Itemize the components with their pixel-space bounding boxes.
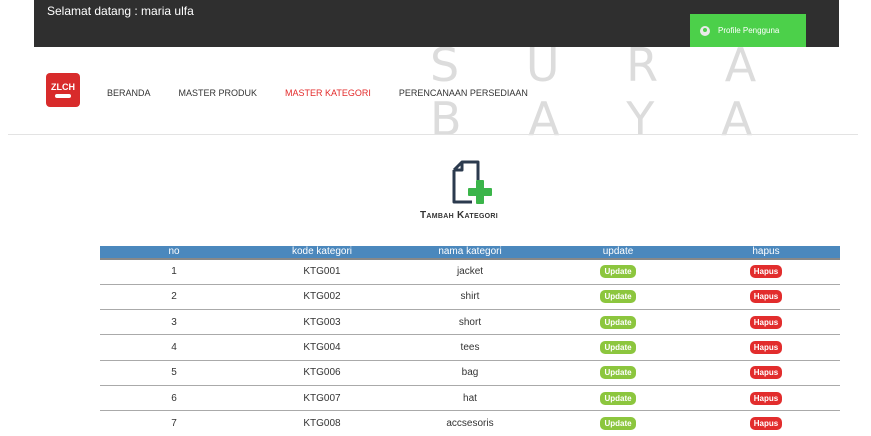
main-nav: BERANDA MASTER PRODUK MASTER KATEGORI PE… xyxy=(107,88,556,98)
column-header-hapus: hapus xyxy=(752,246,780,257)
nav-beranda[interactable]: BERANDA xyxy=(107,88,151,98)
cell-kode: KTG002 xyxy=(248,283,396,310)
cell-update: Update xyxy=(544,410,692,436)
nav-master-kategori[interactable]: MASTER KATEGORI xyxy=(285,88,371,98)
hapus-button[interactable]: Hapus xyxy=(749,391,783,405)
update-button[interactable]: Update xyxy=(600,341,636,355)
logo-text: ZLCH xyxy=(51,82,75,92)
cell-nama: tees xyxy=(396,334,544,361)
cell-nama: shirt xyxy=(396,283,544,310)
cell-no: 7 xyxy=(100,410,248,436)
cell-hapus: Hapus xyxy=(692,384,840,411)
cell-no: 5 xyxy=(100,359,248,386)
update-button[interactable]: Update xyxy=(600,265,636,279)
hapus-button[interactable]: Hapus xyxy=(749,417,783,431)
logo-bar xyxy=(55,94,71,98)
nav-master-produk[interactable]: MASTER PRODUK xyxy=(179,88,258,98)
cell-nama: short xyxy=(396,309,544,335)
header-divider xyxy=(8,134,858,135)
cell-no: 1 xyxy=(100,257,248,285)
update-button[interactable]: Update xyxy=(600,290,636,304)
table-row: 7 KTG008 accsesoris Update Hapus xyxy=(100,410,840,436)
column-header-nama: nama kategori xyxy=(438,246,502,257)
cell-no: 6 xyxy=(100,384,248,411)
cell-update: Update xyxy=(544,359,692,386)
cell-nama: accsesoris xyxy=(396,410,544,436)
table-header-row: no kode kategori nama kategori update ha… xyxy=(100,246,840,259)
cell-hapus: Hapus xyxy=(692,257,840,285)
profile-label: Profile Pengguna xyxy=(718,26,780,35)
cell-hapus: Hapus xyxy=(692,334,840,361)
cell-update: Update xyxy=(544,309,692,335)
table-row: 3 KTG003 short Update Hapus xyxy=(100,309,840,335)
hapus-button[interactable]: Hapus xyxy=(749,366,783,380)
cell-update: Update xyxy=(544,334,692,361)
cell-kode: KTG006 xyxy=(248,359,396,386)
table-row: 2 KTG002 shirt Update Hapus xyxy=(100,283,840,310)
hapus-button[interactable]: Hapus xyxy=(749,265,783,279)
app-logo[interactable]: ZLCH xyxy=(46,73,80,107)
cell-kode: KTG008 xyxy=(248,410,396,436)
welcome-text: Selamat datang : maria ulfa xyxy=(47,4,194,18)
cell-nama: bag xyxy=(396,359,544,386)
add-category-label[interactable]: Tambah Kategori xyxy=(420,210,498,221)
profile-button[interactable]: Profile Pengguna xyxy=(690,14,806,47)
cell-kode: KTG003 xyxy=(248,309,396,335)
cell-update: Update xyxy=(544,384,692,411)
cell-hapus: Hapus xyxy=(692,309,840,335)
table-row: 4 KTG004 tees Update Hapus xyxy=(100,334,840,361)
cell-hapus: Hapus xyxy=(692,283,840,310)
nav-perencanaan-persediaan[interactable]: PERENCANAAN PERSEDIAAN xyxy=(399,88,528,98)
column-header-no: no xyxy=(168,246,180,257)
hapus-button[interactable]: Hapus xyxy=(749,315,783,329)
table-row: 6 KTG007 hat Update Hapus xyxy=(100,384,840,411)
cell-no: 3 xyxy=(100,309,248,335)
cell-no: 4 xyxy=(100,334,248,361)
cell-hapus: Hapus xyxy=(692,359,840,386)
table-body: 1 KTG001 jacket Update Hapus 2 KTG002 shirt Upda… xyxy=(100,257,840,436)
table-row: 5 KTG006 bag Update Hapus xyxy=(100,359,840,386)
cell-kode: KTG001 xyxy=(248,257,396,285)
cell-kode: KTG004 xyxy=(248,334,396,361)
update-button[interactable]: Update xyxy=(600,366,636,380)
top-bar: Selamat datang : maria ulfa Profile Peng… xyxy=(34,0,839,47)
cell-update: Update xyxy=(544,257,692,285)
cell-nama: hat xyxy=(396,384,544,411)
user-icon xyxy=(700,25,710,36)
update-button[interactable]: Update xyxy=(600,391,636,405)
cell-kode: KTG007 xyxy=(248,384,396,411)
hapus-button[interactable]: Hapus xyxy=(749,290,783,304)
table-row: 1 KTG001 jacket Update Hapus xyxy=(100,257,840,285)
update-button[interactable]: Update xyxy=(600,315,636,329)
update-button[interactable]: Update xyxy=(600,417,636,431)
file-add-icon[interactable] xyxy=(450,160,494,204)
category-table: no kode kategori nama kategori update ha… xyxy=(100,246,840,436)
cell-nama: jacket xyxy=(396,257,544,285)
hapus-button[interactable]: Hapus xyxy=(749,341,783,355)
cell-hapus: Hapus xyxy=(692,410,840,436)
column-header-kode: kode kategori xyxy=(291,246,353,257)
column-header-update: update xyxy=(602,246,634,257)
cell-update: Update xyxy=(544,283,692,310)
cell-no: 2 xyxy=(100,283,248,310)
